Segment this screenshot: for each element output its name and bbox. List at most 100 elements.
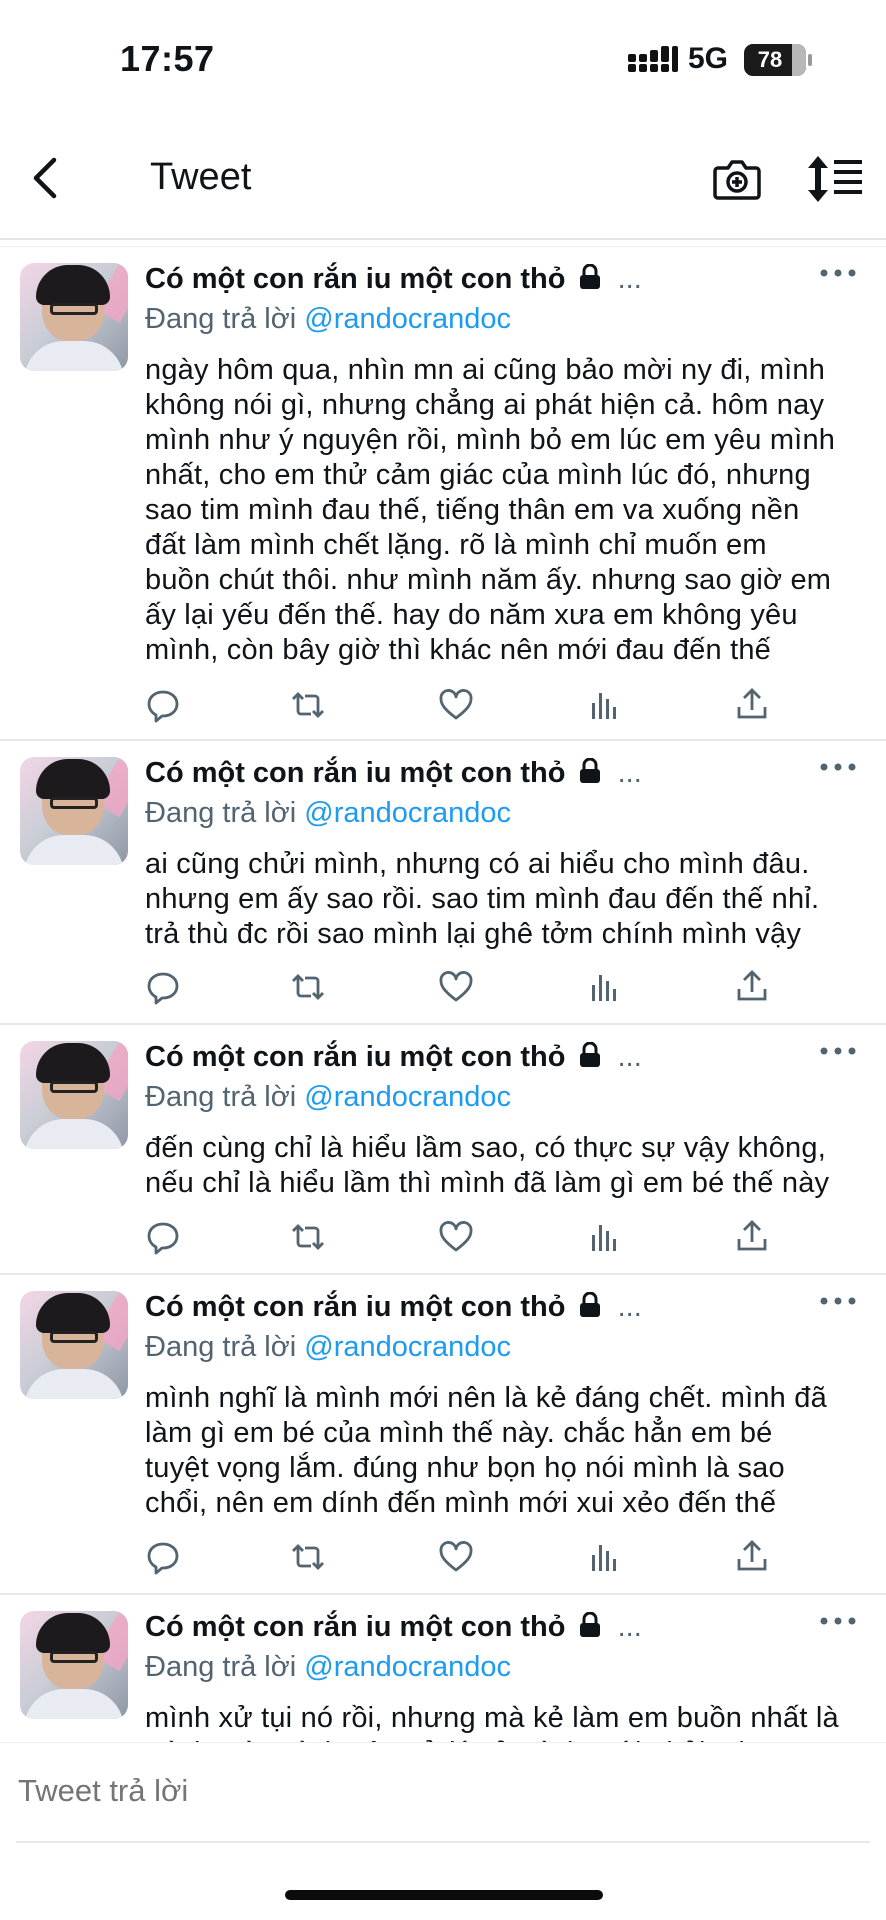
reply-handle-link[interactable]: @randocrandoc	[304, 797, 511, 829]
avatar[interactable]	[20, 263, 128, 371]
analytics-icon	[592, 1545, 616, 1571]
reply-icon	[147, 690, 179, 723]
tweet-text: ngày hôm qua, nhìn mn ai cũng bảo mời ny…	[145, 354, 836, 666]
tweet-text: mình xử tụi nó rồi, nhưng mà kẻ làm em b…	[145, 1702, 839, 1743]
retweet-button[interactable]	[290, 969, 330, 1009]
analytics-icon	[592, 1225, 616, 1251]
more-icon[interactable]	[816, 263, 860, 283]
share-button[interactable]	[734, 1219, 774, 1259]
tweet-item[interactable]: Có một con rắn iu một con thỏ ... Đang t…	[0, 1025, 886, 1275]
author-name[interactable]: Có một con rắn iu một con thỏ	[145, 1611, 565, 1643]
like-icon	[439, 1541, 473, 1572]
tweet-actions	[145, 687, 860, 727]
like-button[interactable]	[438, 1539, 478, 1579]
tweet-item[interactable]: Có một con rắn iu một con thỏ ... Đang t…	[0, 1275, 886, 1595]
reply-icon	[147, 1542, 179, 1575]
more-icon[interactable]	[816, 1611, 860, 1631]
lock-icon	[579, 1612, 600, 1637]
analytics-button[interactable]	[586, 687, 626, 727]
avatar[interactable]	[20, 1041, 128, 1149]
share-button[interactable]	[734, 969, 774, 1009]
lock-icon	[579, 758, 600, 783]
retweet-button[interactable]	[290, 687, 330, 727]
tweet-item[interactable]: Có một con rắn iu một con thỏ ... Đang t…	[0, 1595, 886, 1743]
name-ellipsis: ...	[617, 263, 642, 295]
reply-button[interactable]	[145, 969, 185, 1009]
reply-handle-link[interactable]: @randocrandoc	[304, 1651, 511, 1683]
analytics-icon	[592, 693, 616, 719]
reply-button[interactable]	[145, 687, 185, 727]
reply-icon	[147, 1222, 179, 1255]
lock-icon	[579, 1292, 600, 1317]
reply-button[interactable]	[145, 1219, 185, 1259]
more-icon[interactable]	[816, 1041, 860, 1061]
lock-icon	[579, 1042, 600, 1067]
analytics-icon	[592, 975, 616, 1001]
signal-icon	[628, 46, 678, 72]
retweet-button[interactable]	[290, 1539, 330, 1579]
like-icon	[439, 689, 473, 720]
like-icon	[439, 971, 473, 1002]
network-type: 5G	[688, 42, 729, 75]
retweet-icon	[292, 974, 324, 1000]
replying-to-label: Đang trả lời	[145, 1651, 297, 1683]
status-bar: 17:57 5G 78	[0, 0, 886, 120]
analytics-button[interactable]	[586, 969, 626, 1009]
avatar[interactable]	[20, 1611, 128, 1719]
share-icon	[737, 688, 767, 719]
tweet-text: đến cùng chỉ là hiểu lầm sao, có thực sự…	[145, 1132, 830, 1199]
name-ellipsis: ...	[617, 1291, 642, 1323]
tweet-text: ai cũng chửi mình, nhưng có ai hiểu cho …	[145, 848, 820, 950]
status-time: 17:57	[120, 38, 215, 79]
reply-handle-link[interactable]: @randocrandoc	[304, 1081, 511, 1113]
tweet-actions	[145, 1219, 860, 1259]
retweet-icon	[292, 692, 324, 718]
back-arrow-icon[interactable]	[24, 150, 72, 206]
author-name[interactable]: Có một con rắn iu một con thỏ	[145, 757, 565, 789]
share-icon	[737, 970, 767, 1001]
page-title: Tweet	[150, 156, 252, 198]
author-name[interactable]: Có một con rắn iu một con thỏ	[145, 263, 565, 295]
tweet-item[interactable]: Có một con rắn iu một con thỏ ... Đang t…	[0, 741, 886, 1025]
like-icon	[439, 1221, 473, 1252]
battery-icon: 78	[744, 44, 812, 76]
replying-to-label: Đang trả lời	[145, 1081, 297, 1113]
replying-to-label: Đang trả lời	[145, 303, 297, 335]
more-icon[interactable]	[816, 757, 860, 777]
like-button[interactable]	[438, 1219, 478, 1259]
reply-input[interactable]	[16, 1761, 870, 1821]
reply-handle-link[interactable]: @randocrandoc	[304, 303, 511, 335]
share-icon	[737, 1540, 767, 1571]
replying-to-label: Đang trả lời	[145, 1331, 297, 1363]
like-button[interactable]	[438, 969, 478, 1009]
lock-icon	[579, 264, 600, 289]
navbar: Tweet	[0, 120, 886, 240]
more-icon[interactable]	[816, 1291, 860, 1311]
battery-level: 78	[757, 47, 783, 72]
like-button[interactable]	[438, 687, 478, 727]
analytics-button[interactable]	[586, 1539, 626, 1579]
author-name[interactable]: Có một con rắn iu một con thỏ	[145, 1291, 565, 1323]
share-icon	[737, 1220, 767, 1251]
tweet-actions	[145, 1539, 860, 1579]
analytics-button[interactable]	[586, 1219, 626, 1259]
reply-handle-link[interactable]: @randocrandoc	[304, 1331, 511, 1363]
tweet-item[interactable]: Có một con rắn iu một con thỏ ... Đang t…	[0, 247, 886, 741]
reply-composer	[0, 1742, 886, 1843]
avatar[interactable]	[20, 1291, 128, 1399]
retweet-button[interactable]	[290, 1219, 330, 1259]
home-indicator[interactable]	[285, 1890, 603, 1900]
replying-to-label: Đang trả lời	[145, 797, 297, 829]
composer-divider	[16, 1841, 870, 1843]
reply-button[interactable]	[145, 1539, 185, 1579]
camera-plus-icon[interactable]	[712, 156, 762, 202]
name-ellipsis: ...	[617, 1041, 642, 1073]
sort-icon[interactable]	[808, 154, 864, 204]
avatar[interactable]	[20, 757, 128, 865]
tweet-feed[interactable]: Có một con rắn iu một con thỏ ... Đang t…	[0, 246, 886, 1743]
tweet-actions	[145, 969, 860, 1009]
share-button[interactable]	[734, 687, 774, 727]
reply-icon	[147, 972, 179, 1005]
author-name[interactable]: Có một con rắn iu một con thỏ	[145, 1041, 565, 1073]
share-button[interactable]	[734, 1539, 774, 1579]
